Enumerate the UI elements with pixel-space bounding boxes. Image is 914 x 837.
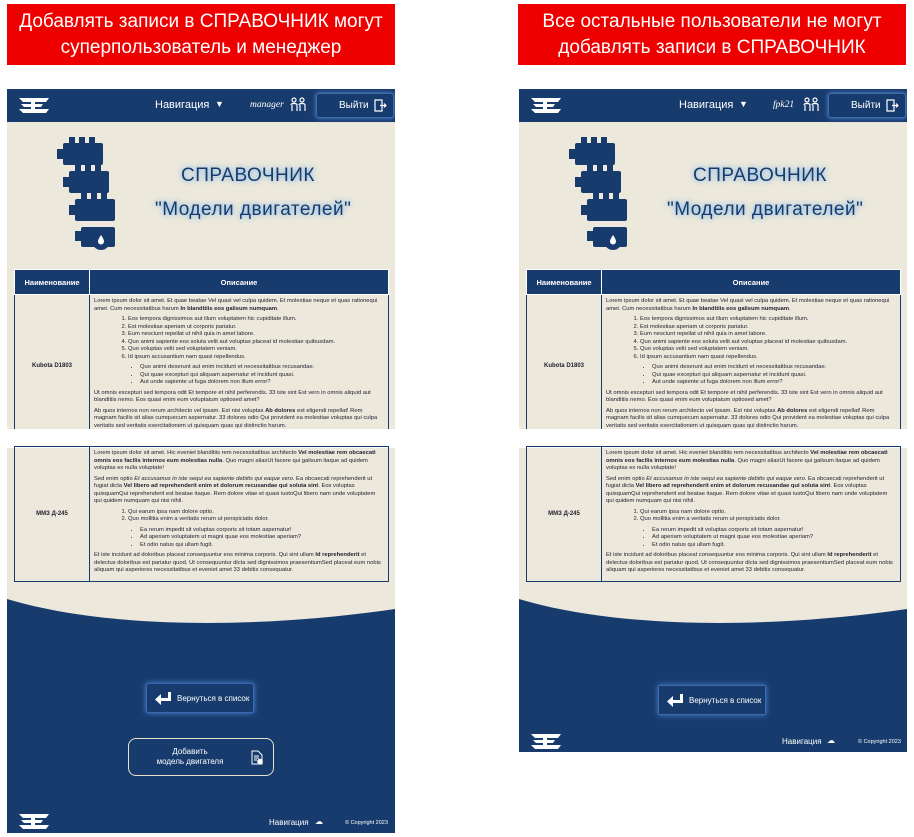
logout-button[interactable]: Выйти <box>316 93 394 118</box>
logout-button[interactable]: Выйти <box>828 93 906 118</box>
brand-logo-icon[interactable] <box>17 97 51 114</box>
footer-logo-icon[interactable] <box>17 813 51 830</box>
table-row[interactable]: ММЗ Д-245 Lorem ipsum dolor sit amet. Hi… <box>526 446 901 582</box>
add-engine-model-button[interactable]: Добавить модель двигателя <box>128 738 274 776</box>
logout-icon <box>886 99 899 112</box>
back-label: Вернуться в список <box>689 695 762 705</box>
col-header-name[interactable]: Наименование <box>526 269 602 295</box>
page-subtitle: "Модели двигателей" <box>667 199 864 220</box>
chevron-down-icon[interactable]: ▼ <box>739 99 748 109</box>
engine-illustration-icon <box>57 135 117 255</box>
cloud-icon[interactable]: ☁ <box>315 817 323 826</box>
user-roles-icon <box>802 96 820 114</box>
banner-left: Добавлять записи в СПРАВОЧНИК могут супе… <box>7 4 395 65</box>
page-subtitle: "Модели двигателей" <box>155 199 352 220</box>
table-row[interactable]: Kubota D1803 Lorem ipsum dolor sit amet.… <box>526 294 901 437</box>
nav-menu-label[interactable]: Навигация <box>155 99 209 111</box>
col-header-desc[interactable]: Описание <box>89 269 389 295</box>
directory-table: Наименование Описание Kubota D1803 Lorem… <box>526 269 901 437</box>
return-arrow-icon <box>667 694 683 708</box>
back-to-list-button[interactable]: Вернуться в список <box>658 685 766 715</box>
directory-table-continued: ММЗ Д-245 Lorem ipsum dolor sit amet. Hi… <box>526 446 901 582</box>
model-name[interactable]: Kubota D1803 <box>526 294 602 437</box>
add-label-line2: модель двигателя <box>156 757 224 766</box>
col-header-desc[interactable]: Описание <box>601 269 901 295</box>
page-title: СПРАВОЧНИК <box>181 165 315 186</box>
col-header-name[interactable]: Наименование <box>14 269 90 295</box>
table-header-row: Наименование Описание <box>526 269 901 295</box>
copyright: © Copyright 2023 <box>858 739 901 745</box>
page-title: СПРАВОЧНИК <box>693 165 827 186</box>
directory-table: Наименование Описание Kubota D1803 Lorem… <box>14 269 389 437</box>
back-label: Вернуться в список <box>177 693 250 703</box>
add-document-icon <box>251 750 263 765</box>
model-description: Lorem ipsum dolor sit amet. Et quae beat… <box>601 294 901 437</box>
footer-wave <box>519 599 907 752</box>
footer-nav-label[interactable]: Навигация <box>269 818 309 827</box>
table-header-row: Наименование Описание <box>14 269 389 295</box>
brand-logo-icon[interactable] <box>529 97 563 114</box>
table-row[interactable]: ММЗ Д-245 Lorem ipsum dolor sit amet. Hi… <box>14 446 389 582</box>
nav-menu-label[interactable]: Навигация <box>679 99 733 111</box>
model-name[interactable]: Kubota D1803 <box>14 294 90 437</box>
add-label-line1: Добавить <box>172 747 208 756</box>
logout-label: Выйти <box>339 100 369 111</box>
logout-icon <box>374 99 387 112</box>
footer-nav-label[interactable]: Навигация <box>782 737 822 746</box>
username: fpk21 <box>773 100 795 110</box>
user-roles-icon <box>289 96 307 114</box>
cloud-icon[interactable]: ☁ <box>827 736 835 745</box>
copyright: © Copyright 2023 <box>345 820 388 826</box>
app-window-user: Навигация ▼ fpk21 Выйти СПРАВОЧНИК "Моде… <box>519 89 907 752</box>
top-header: Навигация ▼ fpk21 Выйти <box>519 89 907 122</box>
top-header: Навигация ▼ manager Выйти <box>7 89 395 122</box>
model-description: Lorem ipsum dolor sit amet. Et quae beat… <box>89 294 389 437</box>
banner-right: Все остальные пользователи не могут доба… <box>518 4 906 65</box>
logout-label: Выйти <box>851 100 881 111</box>
model-description: Lorem ipsum dolor sit amet. Hic eveniet … <box>601 446 901 582</box>
directory-table-continued: ММЗ Д-245 Lorem ipsum dolor sit amet. Hi… <box>14 446 389 582</box>
username: manager <box>250 100 284 110</box>
footer-logo-icon[interactable] <box>529 733 563 750</box>
chevron-down-icon[interactable]: ▼ <box>215 99 224 109</box>
model-name[interactable]: ММЗ Д-245 <box>526 446 602 582</box>
model-description: Lorem ipsum dolor sit amet. Hic eveniet … <box>89 446 389 582</box>
table-row[interactable]: Kubota D1803 Lorem ipsum dolor sit amet.… <box>14 294 389 437</box>
engine-illustration-icon <box>569 135 629 255</box>
back-to-list-button[interactable]: Вернуться в список <box>146 683 254 713</box>
app-window-manager: Навигация ▼ manager Выйти СПРАВОЧНИК "Мо… <box>7 89 395 833</box>
model-name[interactable]: ММЗ Д-245 <box>14 446 90 582</box>
return-arrow-icon <box>155 692 171 706</box>
